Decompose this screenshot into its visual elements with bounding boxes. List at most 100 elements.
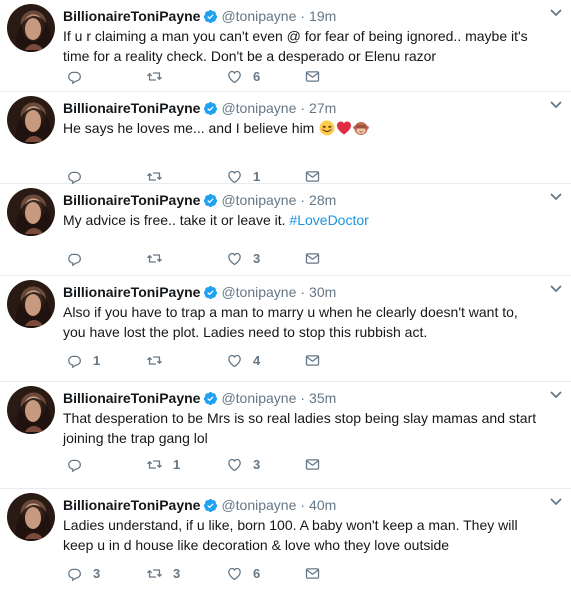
timestamp[interactable]: 27m bbox=[309, 100, 336, 116]
reply-icon bbox=[68, 171, 81, 184]
verified-badge-icon bbox=[203, 101, 218, 116]
display-name[interactable]: BillionaireToniPayne bbox=[63, 390, 200, 406]
retweet-button[interactable]: 3 bbox=[146, 565, 181, 582]
retweet-button[interactable] bbox=[146, 168, 181, 185]
envelope-icon bbox=[305, 354, 320, 366]
like-button[interactable]: 6 bbox=[226, 565, 261, 582]
direct-message-button[interactable] bbox=[304, 68, 321, 85]
direct-message-button[interactable] bbox=[304, 565, 321, 582]
reply-button[interactable] bbox=[66, 68, 101, 85]
heart-icon bbox=[228, 458, 241, 471]
like-count: 3 bbox=[253, 250, 261, 266]
like-button[interactable]: 3 bbox=[226, 456, 261, 473]
avatar[interactable] bbox=[7, 493, 55, 541]
retweet-icon bbox=[146, 253, 163, 263]
separator-dot: · bbox=[300, 8, 306, 24]
reply-button[interactable]: 1 bbox=[66, 352, 101, 369]
verified-badge-icon bbox=[203, 193, 218, 208]
envelope-icon bbox=[305, 567, 320, 579]
tweet[interactable]: BillionaireToniPayne @tonipayne · 40m La… bbox=[0, 489, 571, 596]
heart-icon bbox=[228, 567, 241, 580]
heart-icon bbox=[228, 252, 241, 265]
reply-button[interactable] bbox=[66, 168, 101, 185]
tweet-text: If u r claiming a man you can't even @ f… bbox=[63, 26, 558, 66]
chevron-down-icon[interactable] bbox=[549, 497, 563, 507]
timestamp[interactable]: 35m bbox=[309, 390, 336, 406]
like-count: 1 bbox=[253, 168, 261, 184]
direct-message-button[interactable] bbox=[304, 250, 321, 267]
reply-button[interactable]: 3 bbox=[66, 565, 101, 582]
tweet-text: My advice is free.. take it or leave it.… bbox=[63, 210, 558, 230]
hashtag-link[interactable]: #LoveDoctor bbox=[289, 212, 368, 228]
reply-icon bbox=[68, 71, 81, 84]
tweet[interactable]: BillionaireToniPayne @tonipayne · 35m Th… bbox=[0, 382, 571, 489]
heart-icon bbox=[228, 70, 241, 83]
tweet[interactable]: BillionaireToniPayne @tonipayne · 30m Al… bbox=[0, 276, 571, 382]
handle[interactable]: @tonipayne bbox=[221, 100, 296, 116]
retweet-icon bbox=[146, 171, 163, 181]
reply-icon bbox=[68, 459, 81, 472]
retweet-button[interactable]: 1 bbox=[146, 456, 181, 473]
tweet[interactable]: BillionaireToniPayne @tonipayne · 19m If… bbox=[0, 0, 571, 92]
timestamp[interactable]: 30m bbox=[309, 284, 336, 300]
direct-message-button[interactable] bbox=[304, 352, 321, 369]
timestamp[interactable]: 19m bbox=[309, 8, 336, 24]
like-button[interactable]: 4 bbox=[226, 352, 261, 369]
tweet-header: BillionaireToniPayne @tonipayne · 19m bbox=[63, 7, 336, 25]
timestamp[interactable]: 28m bbox=[309, 192, 336, 208]
avatar[interactable] bbox=[7, 96, 55, 144]
avatar[interactable] bbox=[7, 4, 55, 52]
chevron-down-icon[interactable] bbox=[549, 8, 563, 18]
smiling-face-icon bbox=[319, 120, 335, 136]
separator-dot: · bbox=[300, 284, 306, 300]
handle[interactable]: @tonipayne bbox=[221, 390, 296, 406]
like-button[interactable]: 1 bbox=[226, 168, 261, 185]
handle[interactable]: @tonipayne bbox=[221, 8, 296, 24]
chevron-down-icon[interactable] bbox=[549, 192, 563, 202]
tweet[interactable]: BillionaireToniPayne @tonipayne · 27m He… bbox=[0, 92, 571, 184]
reply-icon bbox=[68, 253, 81, 266]
handle[interactable]: @tonipayne bbox=[221, 284, 296, 300]
chevron-down-icon[interactable] bbox=[549, 100, 563, 110]
tweet[interactable]: BillionaireToniPayne @tonipayne · 28m My… bbox=[0, 184, 571, 276]
tweet-text: That desperation to be Mrs is so real la… bbox=[63, 408, 558, 448]
reply-count: 1 bbox=[93, 352, 101, 368]
tweet-header: BillionaireToniPayne @tonipayne · 30m bbox=[63, 283, 336, 301]
avatar[interactable] bbox=[7, 188, 55, 236]
reply-button[interactable] bbox=[66, 456, 101, 473]
direct-message-button[interactable] bbox=[304, 456, 321, 473]
retweet-count: 1 bbox=[173, 456, 181, 472]
display-name[interactable]: BillionaireToniPayne bbox=[63, 100, 200, 116]
tweet-text: Also if you have to trap a man to marry … bbox=[63, 302, 558, 342]
retweet-button[interactable] bbox=[146, 68, 181, 85]
retweet-icon bbox=[146, 459, 163, 469]
handle[interactable]: @tonipayne bbox=[221, 192, 296, 208]
chevron-down-icon[interactable] bbox=[549, 390, 563, 400]
display-name[interactable]: BillionaireToniPayne bbox=[63, 8, 200, 24]
tweet-text-line: joining the trap gang lol bbox=[63, 430, 208, 446]
envelope-icon bbox=[305, 170, 320, 182]
reply-button[interactable] bbox=[66, 250, 101, 267]
retweet-button[interactable] bbox=[146, 352, 181, 369]
chevron-down-icon[interactable] bbox=[549, 284, 563, 294]
display-name[interactable]: BillionaireToniPayne bbox=[63, 192, 200, 208]
handle[interactable]: @tonipayne bbox=[221, 497, 296, 513]
display-name[interactable]: BillionaireToniPayne bbox=[63, 284, 200, 300]
retweet-button[interactable] bbox=[146, 250, 181, 267]
tweet-text-line: keep u in d house like decoration & love… bbox=[63, 537, 450, 553]
verified-badge-icon bbox=[203, 498, 218, 513]
like-button[interactable]: 3 bbox=[226, 250, 261, 267]
tweet-header: BillionaireToniPayne @tonipayne · 40m bbox=[63, 496, 336, 514]
display-name[interactable]: BillionaireToniPayne bbox=[63, 497, 200, 513]
direct-message-button[interactable] bbox=[304, 168, 321, 185]
tweet-text-line: If u r claiming a man you can't even @ f… bbox=[63, 28, 528, 44]
separator-dot: · bbox=[300, 497, 306, 513]
red-heart-icon bbox=[337, 121, 352, 135]
avatar[interactable] bbox=[7, 280, 55, 328]
envelope-icon bbox=[305, 70, 320, 82]
timestamp[interactable]: 40m bbox=[309, 497, 336, 513]
avatar[interactable] bbox=[7, 386, 55, 434]
tweet-text-line: Ladies understand, if u like, born 100. … bbox=[63, 517, 518, 533]
tweet-text-line: time for a reality check. Don't be a des… bbox=[63, 48, 437, 64]
like-button[interactable]: 6 bbox=[226, 68, 261, 85]
